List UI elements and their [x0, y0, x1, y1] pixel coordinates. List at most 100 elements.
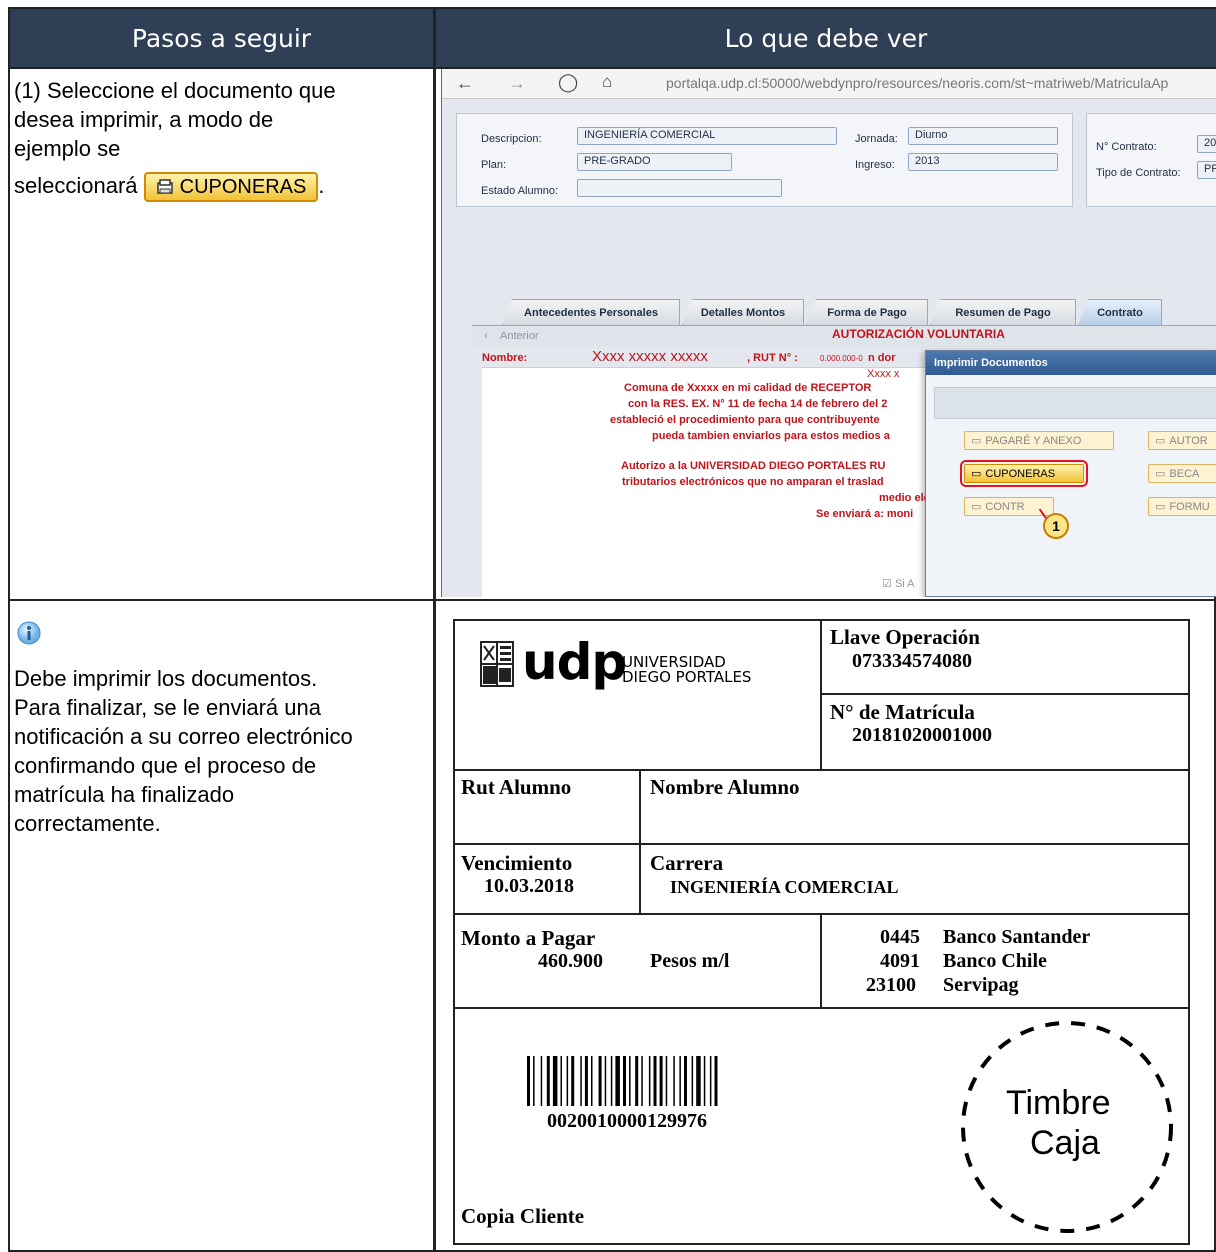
tab-antecedentes[interactable]: Antecedentes Personales	[502, 299, 680, 325]
tab-detalles[interactable]: Detalles Montos	[682, 299, 804, 325]
doc-line5: Autorizo a la UNIVERSIDAD DIEGO PORTALES…	[621, 460, 886, 472]
copia-cliente: Copia Cliente	[461, 1204, 585, 1228]
step1-line1: (1) Seleccione el documento que	[14, 78, 336, 103]
udp-logo-sub: UNIVERSIDAD DIEGO PORTALES	[622, 655, 751, 685]
pagare-button[interactable]: ▭ PAGARÉ Y ANEXO	[964, 431, 1114, 450]
bank-name-2: Servipag	[943, 974, 1019, 996]
row-divider	[8, 599, 1216, 601]
rut-label: Rut Alumno	[461, 775, 572, 799]
carrera-label: Carrera	[650, 851, 724, 875]
anterior-link[interactable]: Anterior	[500, 330, 539, 342]
contrato-label: N° Contrato:	[1096, 141, 1157, 153]
udp-logo-text: udp	[522, 633, 627, 691]
barcode-bar	[560, 1056, 562, 1106]
tab-forma-pago[interactable]: Forma de Pago	[806, 299, 928, 325]
doc-n-dor: n dor	[868, 352, 896, 364]
barcode-bar	[591, 1056, 593, 1106]
browser-toolbar: ← → ◯ ⌂ portalqa.udp.cl:50000/webdynpro/…	[442, 69, 1216, 99]
matricula-label: N° de Matrícula	[830, 700, 975, 724]
doc-line4: pueda tambien enviarlos para estos medio…	[652, 430, 890, 442]
step2-line5: matrícula ha finalizado	[14, 782, 235, 807]
beca-button[interactable]: ▭ BECA	[1148, 464, 1216, 483]
home-icon: ⌂	[602, 72, 613, 91]
barcode-bar	[703, 1056, 706, 1106]
doc-rut-value: 0.000.000-0	[820, 354, 863, 363]
barcode-bar	[540, 1056, 543, 1106]
barcode-bar	[623, 1056, 626, 1106]
barcode-bar	[648, 1056, 651, 1106]
bank-code-1: 4091	[880, 950, 920, 972]
barcode-bar	[659, 1056, 663, 1106]
contrato-field: 20	[1197, 135, 1216, 153]
ingreso-label: Ingreso:	[855, 159, 895, 171]
printer-icon: ▭	[1155, 435, 1166, 447]
doc-title: AUTORIZACIÓN VOLUNTARIA	[832, 327, 1005, 341]
timbre-label: Timbre	[1006, 1084, 1111, 1122]
dialog-toolbar	[934, 387, 1216, 419]
barcode-bar	[546, 1056, 550, 1106]
cuponeras-dialog-label: CUPONERAS	[985, 467, 1056, 480]
barcode-bar	[653, 1056, 657, 1106]
barcode-bar	[691, 1056, 694, 1106]
printer-icon: ▭	[1155, 501, 1166, 513]
doc-line1: Comuna de Xxxxx en mi calidad de RECEPTO…	[624, 382, 872, 394]
printer-icon: ▭	[971, 501, 982, 513]
tipo-field: PF	[1197, 161, 1216, 179]
udp-crest-icon	[480, 641, 514, 687]
contract-info-panel	[1086, 113, 1216, 207]
barcode-bar	[598, 1056, 602, 1106]
doc-nombre-label: Nombre:	[482, 352, 528, 364]
info-icon	[16, 620, 42, 651]
estado-label: Estado Alumno:	[481, 185, 559, 197]
forward-icon: →	[508, 73, 526, 93]
bank-code-0: 0445	[880, 926, 920, 948]
printer-icon: ▭	[971, 435, 982, 447]
doc-rut: , RUT N° :	[747, 352, 798, 364]
monto-value: 460.900	[538, 950, 603, 972]
doc-check-label: Si A	[894, 578, 915, 590]
barcode-bar	[571, 1056, 575, 1106]
barcode-bar	[527, 1056, 530, 1106]
cuponeras-button[interactable]: ▭ CUPONERAS	[960, 460, 1088, 487]
vencimiento-label: Vencimiento	[461, 851, 573, 875]
nombre-label: Nombre Alumno	[650, 775, 800, 799]
doc-line8: Se enviará a: moni	[816, 508, 914, 520]
barcode-bar	[679, 1056, 681, 1106]
printer-icon: ▭	[1155, 468, 1166, 480]
refresh-icon: ◯	[558, 72, 579, 92]
chevron-left-icon: ‹	[484, 330, 488, 342]
doc-check[interactable]: ☑ Si A	[882, 577, 915, 590]
barcode-bar	[709, 1056, 712, 1106]
cuponeras-label: CUPONERAS	[179, 175, 307, 198]
tab-resumen[interactable]: Resumen de Pago	[930, 299, 1076, 325]
step-callout: 1	[1043, 513, 1069, 539]
matricula-value: 20181020001000	[852, 724, 992, 746]
barcode-bar	[584, 1056, 588, 1106]
formu-label: FORMU	[1169, 500, 1210, 513]
step1-line4: seleccionará	[14, 173, 138, 198]
barcode-bar	[714, 1056, 718, 1106]
step1-line3: ejemplo se	[14, 136, 121, 161]
barcode	[527, 1056, 718, 1106]
ingreso-field: 2013	[908, 153, 1058, 171]
step2-text: Debe imprimir los documentos. Para final…	[14, 664, 353, 838]
bank-name-1: Banco Chile	[943, 950, 1047, 972]
barcode-bar	[533, 1056, 535, 1106]
vencimiento-value: 10.03.2018	[484, 875, 574, 897]
jornada-field: Diurno	[908, 127, 1058, 145]
autor-label: AUTOR	[1169, 434, 1208, 447]
formu-button[interactable]: ▭ FORMU	[1148, 497, 1216, 516]
monto-unit: Pesos m/l	[650, 950, 730, 972]
column-divider	[433, 7, 436, 1252]
autor-button[interactable]: ▭ AUTOR	[1148, 431, 1216, 450]
step1-trailing: .	[318, 173, 325, 198]
printer-icon	[156, 179, 173, 194]
barcode-bar	[629, 1056, 631, 1106]
url-text: portalqa.udp.cl:50000/webdynpro/resource…	[666, 75, 1169, 91]
tipo-label: Tipo de Contrato:	[1096, 167, 1181, 179]
barcode-bar	[673, 1056, 675, 1106]
step1-text: (1) Seleccione el documento que desea im…	[14, 76, 336, 203]
barcode-bar	[696, 1056, 701, 1106]
step2-line4: confirmando que el proceso de	[14, 753, 317, 778]
tab-contrato[interactable]: Contrato	[1078, 299, 1162, 325]
